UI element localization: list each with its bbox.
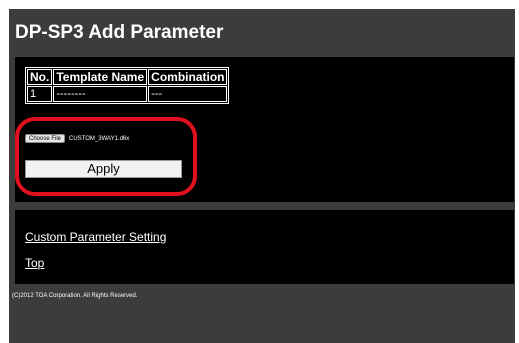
file-input: Choose File CUSTOM_3WAY1.d6x — [25, 134, 129, 143]
cell-template-name: -------- — [53, 86, 148, 102]
copyright-text: (C)2012 TOA Corporation. All Rights Rese… — [12, 293, 138, 299]
upload-panel: No. Template Name Combination 1 --------… — [15, 57, 514, 202]
cell-combination: --- — [148, 86, 228, 102]
cell-no: 1 — [27, 86, 53, 102]
table-header-row: No. Template Name Combination — [27, 69, 228, 85]
column-header-template-name: Template Name — [53, 69, 148, 85]
column-header-combination: Combination — [148, 69, 228, 85]
table-row: 1 -------- --- — [27, 86, 228, 102]
main-frame: DP-SP3 Add Parameter No. Template Name C… — [9, 9, 515, 343]
choose-file-button[interactable]: Choose File — [25, 134, 66, 143]
apply-button[interactable]: Apply — [25, 160, 182, 178]
page-title: DP-SP3 Add Parameter — [15, 22, 224, 43]
top-link[interactable]: Top — [25, 256, 44, 270]
parameter-table: No. Template Name Combination 1 --------… — [25, 67, 230, 104]
links-panel: Custom Parameter Setting Top — [15, 210, 514, 284]
column-header-no: No. — [27, 69, 53, 85]
custom-parameter-setting-link[interactable]: Custom Parameter Setting — [25, 230, 166, 244]
highlight-annotation — [15, 117, 197, 196]
selected-file-name: CUSTOM_3WAY1.d6x — [69, 135, 130, 142]
